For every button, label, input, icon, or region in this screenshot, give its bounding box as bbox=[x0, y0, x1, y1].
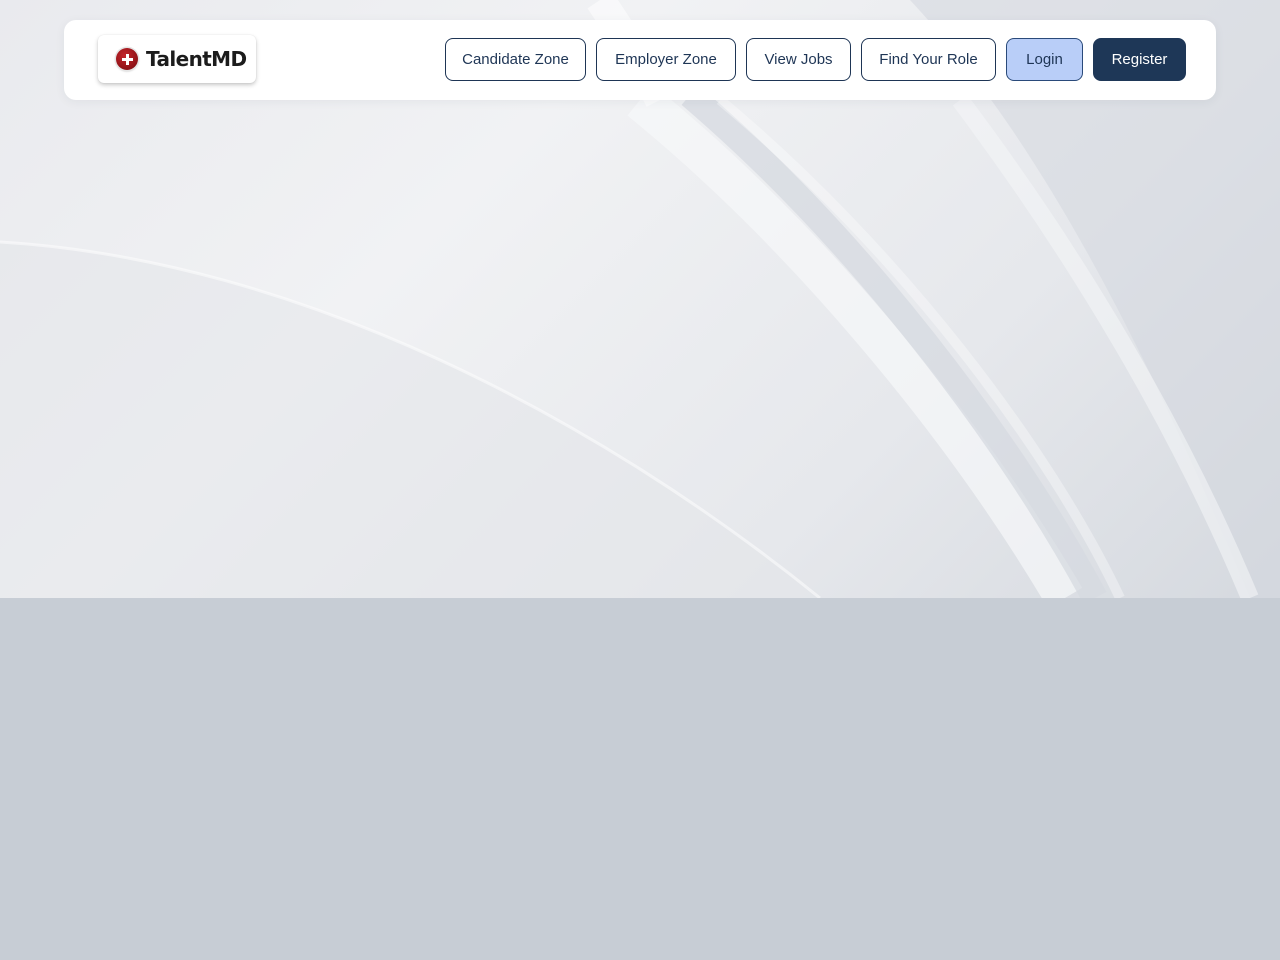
medical-cross-icon bbox=[116, 48, 138, 70]
register-button[interactable]: Register bbox=[1093, 38, 1186, 81]
page-lower-area bbox=[0, 598, 1280, 960]
login-button[interactable]: Login bbox=[1006, 38, 1083, 81]
view-jobs-button[interactable]: View Jobs bbox=[746, 38, 851, 81]
find-your-role-button[interactable]: Find Your Role bbox=[861, 38, 996, 81]
brand-name: TalentMD bbox=[146, 47, 247, 71]
candidate-zone-button[interactable]: Candidate Zone bbox=[445, 38, 586, 81]
top-navbar: TalentMD Candidate Zone Employer Zone Vi… bbox=[64, 20, 1216, 100]
brand-logo[interactable]: TalentMD bbox=[98, 35, 256, 83]
employer-zone-button[interactable]: Employer Zone bbox=[596, 38, 736, 81]
